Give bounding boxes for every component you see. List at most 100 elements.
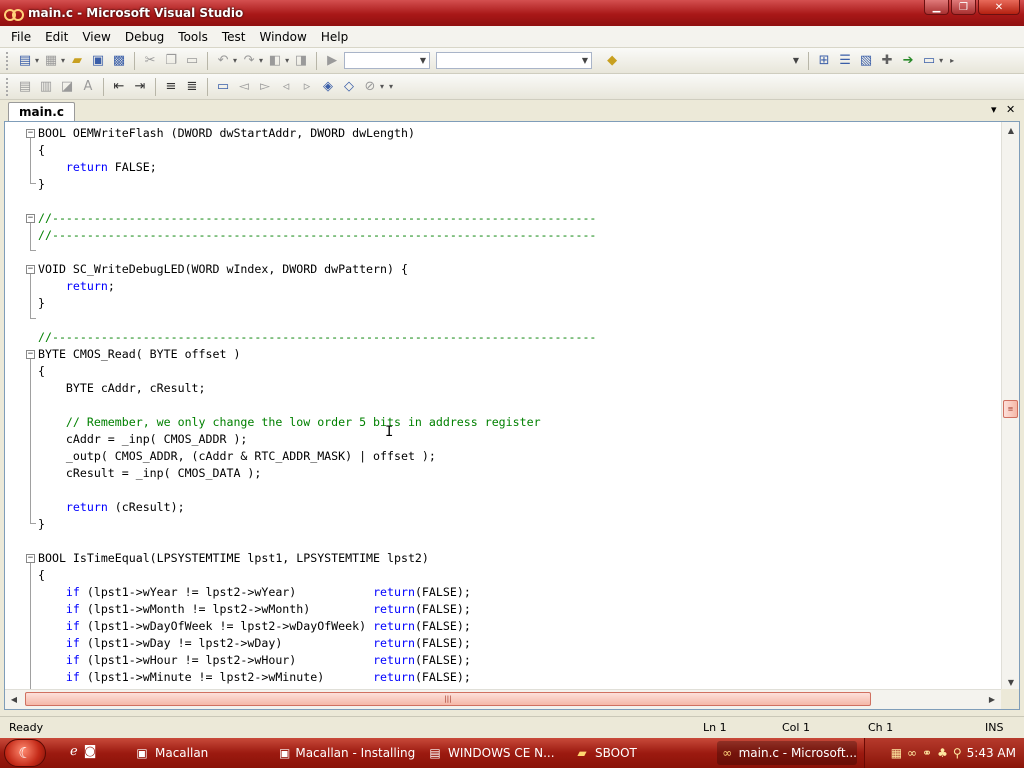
find-in-files-icon[interactable]: ◆ [603,52,621,70]
new-project-icon[interactable]: ▤ [16,52,34,70]
start-page-icon[interactable]: ➔ [899,52,917,70]
member-list-icon[interactable]: ▤ [16,78,34,96]
next-bookmark-folder-icon[interactable]: ▹ [298,78,316,96]
close-button[interactable]: ✕ [978,0,1020,15]
menu-file[interactable]: File [4,28,38,46]
paste-icon[interactable]: ▭ [183,52,201,70]
close-document-icon[interactable]: ✕ [1006,103,1015,116]
code-line[interactable]: if (lpst1->wMonth != lpst2->wMonth) retu… [5,601,995,618]
save-icon[interactable]: ▣ [89,52,107,70]
toolbar-grip[interactable] [6,77,10,96]
collapse-region-icon[interactable]: − [26,129,35,138]
horizontal-scroll-thumb[interactable]: ||| [25,692,871,706]
code-line[interactable]: } [5,516,995,533]
decrease-indent-icon[interactable]: ⇤ [110,78,128,96]
code-line[interactable]: { [5,363,995,380]
taskbar-item-windows-ce[interactable]: ▤ WINDOWS CE N... [423,741,563,765]
find-combo[interactable]: ▼ [624,52,802,69]
horizontal-scrollbar[interactable]: ◀ ||| ▶ [5,689,1001,709]
code-line[interactable]: //--------------------------------------… [5,329,995,346]
code-line[interactable]: return; [5,278,995,295]
code-line[interactable]: { [5,142,995,159]
chevron-down-icon[interactable]: ▾ [285,56,289,65]
code-line[interactable]: } [5,295,995,312]
chevron-down-icon[interactable]: ▾ [380,82,384,91]
taskbar-item-macallan-installing[interactable]: ▣ Macallan - Installing [275,741,415,765]
collapse-region-icon[interactable]: − [26,214,35,223]
vertical-scrollbar[interactable]: ▲ ≡ ▼ [1001,122,1019,691]
solution-explorer-icon[interactable]: ⊞ [815,52,833,70]
properties-window-icon[interactable]: ☰ [836,52,854,70]
chevron-down-icon[interactable]: ▾ [939,56,943,65]
code-line[interactable]: − BOOL IsTimeEqual(LPSYSTEMTIME lpst1, LP… [5,550,995,567]
redo-icon[interactable]: ↷ [240,52,258,70]
uncomment-lines-icon[interactable]: ≣ [183,78,201,96]
code-line[interactable]: if (lpst1->wDay != lpst2->wDay) return(F… [5,635,995,652]
navigate-backward-icon[interactable]: ◧ [266,52,284,70]
tab-main-c[interactable]: main.c [8,102,75,121]
toggle-bookmark-icon[interactable]: ▭ [214,78,232,96]
code-line[interactable]: − VOID SC_WriteDebugLED(WORD wIndex, DWOR… [5,261,995,278]
add-item-icon[interactable]: ▦ [42,52,60,70]
minimize-button[interactable]: ▁ [924,0,949,15]
complete-word-icon[interactable]: A [79,78,97,96]
menu-tools[interactable]: Tools [171,28,215,46]
quick-info-icon[interactable]: ◪ [58,78,76,96]
collapse-region-icon[interactable]: − [26,265,35,274]
taskbar-item-sboot[interactable]: ▰ SBOOT [570,741,710,765]
clear-bookmarks-icon[interactable]: ⊘ [361,78,379,96]
solution-platform-dropdown[interactable]: ▼ [436,52,593,69]
open-file-icon[interactable]: ▰ [68,52,86,70]
code-line[interactable]: //--------------------------------------… [5,227,995,244]
title-bar[interactable]: main.c - Microsoft Visual Studio ▁ ❐ ✕ [0,0,1024,26]
scroll-right-icon[interactable]: ▶ [983,690,1001,709]
code-line[interactable]: { [5,567,995,584]
menu-edit[interactable]: Edit [38,28,75,46]
code-area[interactable]: I − BOOL OEMWriteFlash (DWORD dwStartAddr… [5,122,1001,691]
code-line[interactable]: if (lpst1->wYear != lpst2->wYear) return… [5,584,995,601]
cut-icon[interactable]: ✂ [141,52,159,70]
network-icon[interactable]: ⚭ [922,746,932,760]
menu-test[interactable]: Test [215,28,253,46]
scroll-up-icon[interactable]: ▲ [1002,122,1019,139]
code-line[interactable]: return (cResult); [5,499,995,516]
chevron-down-icon[interactable]: ▾ [259,56,263,65]
code-editor[interactable]: I − BOOL OEMWriteFlash (DWORD dwStartAddr… [4,121,1020,710]
keyboard-icon[interactable]: ▦ [891,746,902,760]
chevron-down-icon[interactable]: ▾ [35,56,39,65]
toolbox-icon[interactable]: ✚ [878,52,896,70]
code-line[interactable]: if (lpst1->wMinute != lpst2->wMinute) re… [5,669,995,686]
code-line[interactable]: −//-------------------------------------… [5,210,995,227]
active-files-dropdown-icon[interactable]: ▾ [991,103,997,116]
code-line[interactable]: if (lpst1->wHour != lpst2->wHour) return… [5,652,995,669]
code-line[interactable]: } [5,176,995,193]
internet-explorer-icon[interactable]: ℯ [70,744,78,759]
search-icon[interactable]: ⚲ [953,746,962,760]
solution-configuration-dropdown[interactable]: ▼ [344,52,431,69]
code-line[interactable]: − BOOL OEMWriteFlash (DWORD dwStartAddr, … [5,125,995,142]
code-line[interactable]: // Remember, we only change the low orde… [5,414,995,431]
security-icon[interactable]: ♣ [937,746,948,760]
code-line[interactable]: BYTE cAddr, cResult; [5,380,995,397]
taskbar-item-main-c[interactable]: ∞ main.c - Microsoft... [717,741,857,765]
toolbar-grip[interactable] [6,51,10,70]
menu-view[interactable]: View [75,28,117,46]
code-line[interactable]: if (lpst1->wDayOfWeek != lpst2->wDayOfWe… [5,618,995,635]
collapse-region-icon[interactable]: − [26,554,35,563]
code-line[interactable]: cResult = _inp( CMOS_DATA ); [5,465,995,482]
taskbar-item-macallan[interactable]: ▣ Macallan [130,741,265,765]
clock[interactable]: 5:43 AM [967,746,1016,760]
vs-tray-icon[interactable]: ∞ [907,746,917,760]
parameter-info-icon[interactable]: ▥ [37,78,55,96]
copy-icon[interactable]: ❐ [162,52,180,70]
command-window-icon[interactable]: ▭ [920,52,938,70]
previous-bookmark-icon[interactable]: ◅ [235,78,253,96]
previous-bookmark-folder-icon[interactable]: ◃ [277,78,295,96]
collapse-region-icon[interactable]: − [26,350,35,359]
toolbar-options-icon[interactable]: ▸ [950,56,954,65]
vertical-scroll-thumb[interactable]: ≡ [1003,400,1018,418]
menu-window[interactable]: Window [253,28,314,46]
code-line[interactable]: _outp( CMOS_ADDR, (cAddr & RTC_ADDR_MASK… [5,448,995,465]
start-debugging-icon[interactable]: ▶ [323,52,341,70]
menu-debug[interactable]: Debug [118,28,171,46]
